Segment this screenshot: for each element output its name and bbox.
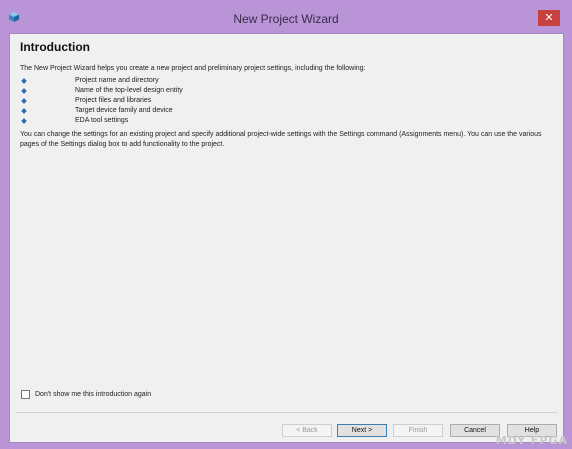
title-bar[interactable]: New Project Wizard ✕ — [0, 0, 572, 33]
window-title: New Project Wizard — [233, 12, 339, 26]
finish-button[interactable]: Finish — [393, 424, 443, 437]
back-button[interactable]: < Back — [282, 424, 332, 437]
diamond-bullet-icon — [21, 78, 27, 84]
intro-text: The New Project Wizard helps you create … — [20, 65, 366, 72]
wizard-window: New Project Wizard ✕ Introduction The Ne… — [0, 0, 572, 449]
wizard-content: Introduction The New Project Wizard help… — [9, 33, 564, 443]
settings-note: You can change the settings for an exist… — [20, 131, 542, 148]
diamond-bullet-icon — [21, 108, 27, 114]
list-item-label: Project name and directory — [75, 77, 159, 84]
next-button[interactable]: Next > — [337, 424, 387, 437]
diamond-bullet-icon — [21, 88, 27, 94]
close-button[interactable]: ✕ — [538, 10, 560, 26]
list-item-label: EDA tool settings — [75, 117, 129, 124]
list-item-label: Name of the top-level design entity — [75, 87, 183, 94]
diamond-bullet-icon — [21, 98, 27, 104]
dont-show-again-option[interactable]: Don't show me this introduction again — [21, 388, 151, 400]
cancel-button[interactable]: Cancel — [450, 424, 500, 437]
diamond-bullet-icon — [21, 118, 27, 124]
list-item-label: Project files and libraries — [75, 97, 152, 104]
close-icon: ✕ — [544, 12, 554, 24]
button-separator — [16, 412, 557, 413]
dont-show-again-checkbox[interactable] — [21, 389, 30, 399]
list-item-label: Target device family and device — [75, 107, 173, 114]
checkbox-label[interactable]: Don't show me this introduction again — [35, 391, 151, 398]
watermark: MDY FPGA — [495, 434, 568, 447]
page-title: Introduction — [20, 40, 90, 54]
